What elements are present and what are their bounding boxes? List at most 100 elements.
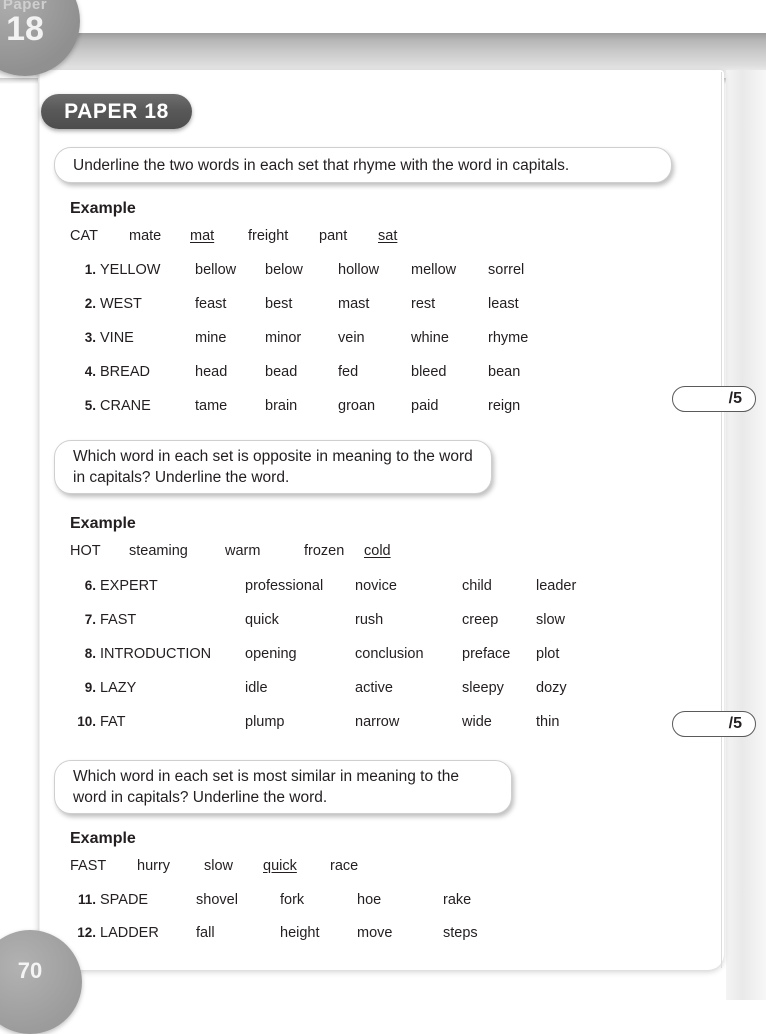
question-number: 7. <box>84 612 96 627</box>
example-heading-2: Example <box>70 515 136 532</box>
instruction-text-2: Which word in each set is opposite in me… <box>73 448 473 486</box>
answer-option[interactable]: leader <box>536 578 576 594</box>
question-capital-word: YELLOW <box>100 262 161 278</box>
answer-option[interactable]: hollow <box>338 262 379 278</box>
answer-option[interactable]: bean <box>488 364 520 380</box>
answer-option[interactable]: rest <box>411 296 435 312</box>
instruction-text-1: Underline the two words in each set that… <box>73 156 570 174</box>
question-number: 10. <box>77 714 96 729</box>
answer-option[interactable]: reign <box>488 398 520 414</box>
question-capital-word: BREAD <box>100 364 150 380</box>
answer-option[interactable]: rhyme <box>488 330 528 346</box>
answer-option[interactable]: fork <box>280 892 304 908</box>
answer-option[interactable]: brain <box>265 398 297 414</box>
example-option[interactable]: steaming <box>129 543 188 559</box>
answer-option[interactable]: fed <box>338 364 358 380</box>
answer-option[interactable]: child <box>462 578 492 594</box>
answer-option[interactable]: vein <box>338 330 365 346</box>
answer-option[interactable]: novice <box>355 578 397 594</box>
question-capital-word: WEST <box>100 296 142 312</box>
instruction-bubble-1: Underline the two words in each set that… <box>54 147 672 183</box>
instruction-text-3: Which word in each set is most similar i… <box>73 768 459 806</box>
answer-option[interactable]: dozy <box>536 680 567 696</box>
answer-option[interactable]: idle <box>245 680 268 696</box>
answer-option[interactable]: creep <box>462 612 498 628</box>
example-heading-3: Example <box>70 830 136 847</box>
answer-option[interactable]: paid <box>411 398 438 414</box>
answer-option[interactable]: conclusion <box>355 646 424 662</box>
answer-option[interactable]: move <box>357 925 392 941</box>
answer-option[interactable]: opening <box>245 646 297 662</box>
example-option[interactable]: mate <box>129 228 161 244</box>
question-number: 12. <box>77 925 96 940</box>
answer-option[interactable]: plot <box>536 646 559 662</box>
answer-option[interactable]: bead <box>265 364 297 380</box>
answer-option[interactable]: steps <box>443 925 478 941</box>
example-heading-1: Example <box>70 200 136 217</box>
example-option[interactable]: race <box>330 858 358 874</box>
question-capital-word: LADDER <box>100 925 159 941</box>
question-number: 9. <box>84 680 96 695</box>
question-capital-word: FAT <box>100 714 126 730</box>
example-capital-word: FAST <box>70 858 107 874</box>
score-box-2[interactable]: /5 <box>672 711 756 737</box>
answer-option[interactable]: narrow <box>355 714 399 730</box>
answer-option[interactable]: height <box>280 925 320 941</box>
question-capital-word: VINE <box>100 330 134 346</box>
answer-option[interactable]: plump <box>245 714 285 730</box>
answer-option[interactable]: wide <box>462 714 492 730</box>
answer-option[interactable]: sorrel <box>488 262 524 278</box>
example-capital-word: HOT <box>70 543 101 559</box>
example-option[interactable]: pant <box>319 228 347 244</box>
question-capital-word: INTRODUCTION <box>100 646 212 662</box>
page-inner-rule <box>721 72 722 968</box>
answer-option[interactable]: sleepy <box>462 680 504 696</box>
answer-option[interactable]: feast <box>195 296 226 312</box>
example-option[interactable]: mat <box>190 228 214 244</box>
answer-option[interactable]: professional <box>245 578 323 594</box>
answer-option[interactable]: mast <box>338 296 369 312</box>
page-number-label: 70 <box>17 958 43 983</box>
page-sheet <box>38 70 724 970</box>
answer-option[interactable]: active <box>355 680 393 696</box>
answer-option[interactable]: quick <box>245 612 279 628</box>
question-number: 8. <box>84 646 96 661</box>
answer-option[interactable]: bellow <box>195 262 236 278</box>
answer-option[interactable]: head <box>195 364 227 380</box>
answer-option[interactable]: shovel <box>196 892 238 908</box>
example-option[interactable]: hurry <box>137 858 170 874</box>
answer-option[interactable]: best <box>265 296 292 312</box>
example-option[interactable]: sat <box>378 228 397 244</box>
answer-option[interactable]: bleed <box>411 364 446 380</box>
example-option[interactable]: quick <box>263 858 297 874</box>
question-number: 2. <box>84 296 96 311</box>
score-box-1[interactable]: /5 <box>672 386 756 412</box>
answer-option[interactable]: minor <box>265 330 301 346</box>
answer-option[interactable]: tame <box>195 398 227 414</box>
example-option[interactable]: frozen <box>304 543 344 559</box>
answer-option[interactable]: mine <box>195 330 226 346</box>
answer-option[interactable]: below <box>265 262 303 278</box>
answer-option[interactable]: groan <box>338 398 375 414</box>
example-option[interactable]: freight <box>248 228 288 244</box>
answer-option[interactable]: mellow <box>411 262 456 278</box>
question-number: 1. <box>84 262 96 277</box>
example-capital-word: CAT <box>70 228 98 244</box>
answer-option[interactable]: slow <box>536 612 565 628</box>
example-option[interactable]: warm <box>225 543 260 559</box>
example-option[interactable]: slow <box>204 858 233 874</box>
question-capital-word: CRANE <box>100 398 151 414</box>
answer-option[interactable]: thin <box>536 714 559 730</box>
answer-option[interactable]: hoe <box>357 892 381 908</box>
answer-option[interactable]: fall <box>196 925 215 941</box>
paper-title-badge: PAPER 18 <box>41 94 192 129</box>
answer-option[interactable]: preface <box>462 646 510 662</box>
answer-option[interactable]: rake <box>443 892 471 908</box>
question-capital-word: EXPERT <box>100 578 158 594</box>
answer-option[interactable]: whine <box>411 330 449 346</box>
page-left-fold <box>38 70 40 970</box>
answer-option[interactable]: rush <box>355 612 383 628</box>
example-option[interactable]: cold <box>364 543 391 559</box>
paper-corner-tab-number: 18 <box>6 10 44 48</box>
answer-option[interactable]: least <box>488 296 519 312</box>
